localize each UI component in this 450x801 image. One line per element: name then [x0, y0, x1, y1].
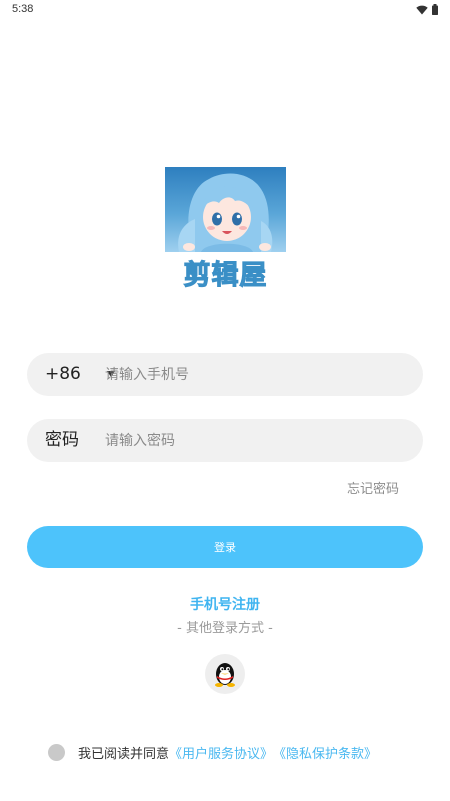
password-input[interactable] [105, 419, 405, 462]
phone-register-link[interactable]: 手机号注册 [0, 594, 450, 614]
country-code[interactable]: +86 [45, 353, 81, 396]
other-login-label: - 其他登录方式 - [177, 621, 273, 636]
agreement-radio[interactable] [48, 743, 65, 761]
forgot-password-link[interactable]: 忘记密码 [347, 478, 399, 497]
phone-field[interactable]: +86 [27, 353, 423, 396]
privacy-policy-link[interactable]: 《隐私保护条款》 [273, 743, 377, 762]
status-time: 5:38 [12, 3, 34, 15]
phone-input[interactable] [105, 353, 405, 396]
qq-penguin-icon [215, 663, 235, 687]
wifi-icon [416, 5, 428, 14]
qq-login-button[interactable] [205, 654, 245, 694]
password-label: 密码 [45, 430, 79, 450]
logo-illustration [165, 167, 286, 252]
agreement-text: 我已阅读并同意 [78, 746, 170, 762]
logo-text: 剪辑屋 [183, 260, 268, 292]
agreement-row: 我已阅读并同意 《用户服务协议》 《隐私保护条款》 [48, 742, 377, 762]
password-field[interactable]: 密码 [27, 419, 423, 462]
status-icons [416, 4, 438, 15]
login-button[interactable]: 登录 [27, 526, 423, 568]
app-logo: 剪辑屋 [165, 167, 286, 292]
user-agreement-link[interactable]: 《用户服务协议》 [169, 743, 273, 762]
battery-icon [432, 4, 438, 15]
status-bar: 5:38 [0, 0, 450, 20]
